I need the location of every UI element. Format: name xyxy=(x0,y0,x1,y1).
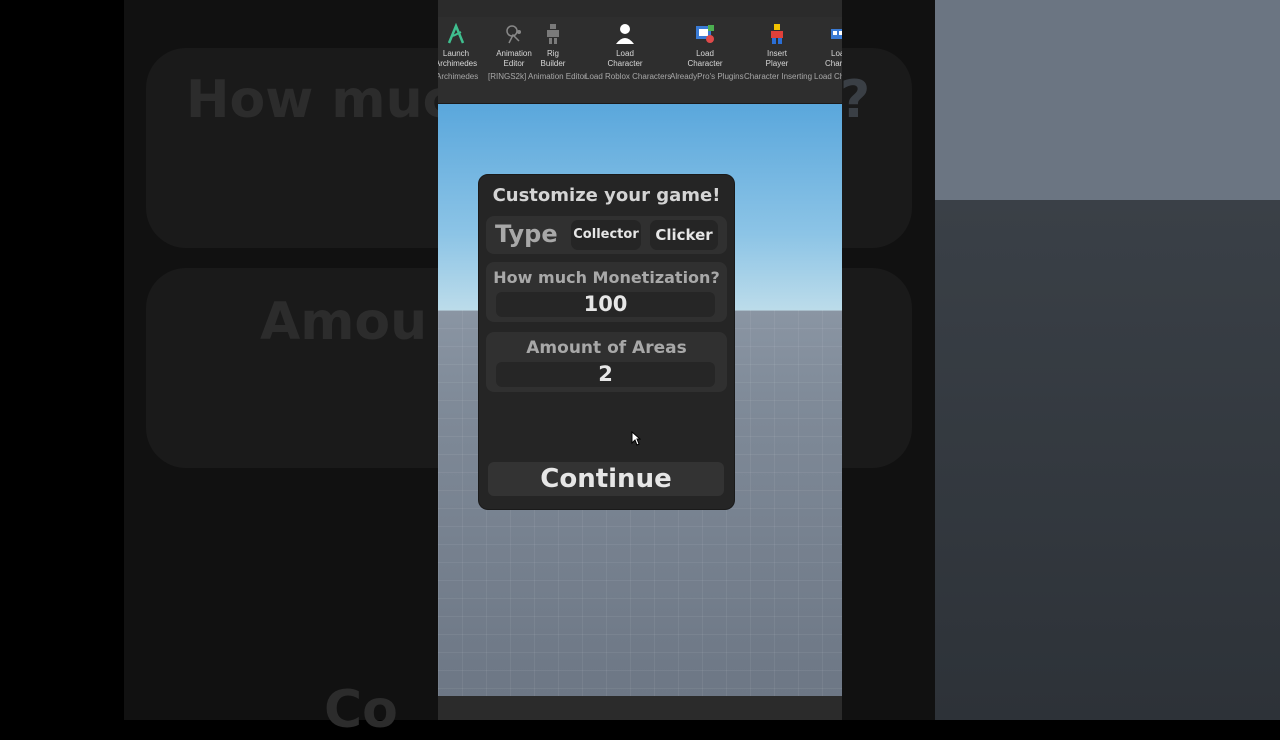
areas-section: Amount of Areas 2 xyxy=(486,332,727,392)
ribbon-group-label: [RINGS2k] Animation Editor xyxy=(488,72,587,81)
load-character-icon xyxy=(694,23,716,45)
customize-dialog: Customize your game! Type Collector Clic… xyxy=(478,174,735,510)
background-blur-right: ? xyxy=(840,0,1280,720)
animation-editor-icon xyxy=(503,23,525,45)
monetization-section: How much Monetization? 100 xyxy=(486,262,727,322)
monetization-label: How much Monetization? xyxy=(493,268,720,287)
load-character-icon xyxy=(829,23,842,45)
ribbon-label: Insert xyxy=(766,49,787,58)
background-text: Amou xyxy=(260,292,428,352)
type-label: Type xyxy=(495,220,558,248)
areas-label: Amount of Areas xyxy=(526,338,687,358)
ribbon-label: Load xyxy=(696,49,714,58)
ribbon-label: Archimedes xyxy=(438,59,478,68)
ribbon-label: Animation xyxy=(496,49,532,58)
plugins-ribbon: Launch Archimedes Animation Editor Rig B… xyxy=(438,17,842,104)
ribbon-label: Player xyxy=(765,59,789,68)
ribbon-button-load-character[interactable]: Load Character xyxy=(602,23,648,69)
type-row: Type Collector Clicker xyxy=(486,216,727,254)
ribbon-button-rig-builder[interactable]: Rig Builder xyxy=(535,23,571,69)
ribbon-group-label: Load Ch xyxy=(814,72,842,81)
areas-input[interactable]: 2 xyxy=(496,362,715,387)
collector-button[interactable]: Collector xyxy=(571,220,641,250)
background-text: ? xyxy=(840,70,871,130)
ribbon-label: Chara xyxy=(825,59,842,68)
insert-player-icon xyxy=(766,23,788,45)
ribbon-label: Editor xyxy=(503,59,525,68)
rig-builder-icon xyxy=(542,23,564,45)
monetization-input[interactable]: 100 xyxy=(496,292,715,317)
archimedes-icon xyxy=(445,22,467,45)
clicker-button[interactable]: Clicker xyxy=(650,220,718,250)
background-text: Co xyxy=(324,680,398,740)
ribbon-button-insert-player[interactable]: Insert Player xyxy=(758,23,796,69)
ribbon-label: Load xyxy=(616,49,634,58)
bottom-strip xyxy=(438,696,842,720)
title-strip xyxy=(438,0,842,17)
person-icon xyxy=(614,23,636,45)
ribbon-label: Launch xyxy=(442,49,470,58)
ribbon-group-label: Load Roblox Characters xyxy=(585,72,672,81)
ribbon-label: Rig xyxy=(546,49,559,58)
ribbon-label: Character xyxy=(607,59,643,68)
ribbon-label: Builder xyxy=(540,59,566,68)
ribbon-group-label: Character Inserting xyxy=(744,72,813,81)
letterbox-left xyxy=(0,0,124,720)
ribbon-label: Character xyxy=(687,59,723,68)
ribbon-button-launch-archimedes[interactable]: Launch Archimedes xyxy=(438,22,480,69)
ribbon-button-load-character-3[interactable]: Loa Chara xyxy=(823,23,842,69)
continue-button[interactable]: Continue xyxy=(488,462,724,496)
dialog-title: Customize your game! xyxy=(492,185,721,206)
ribbon-button-animation-editor[interactable]: Animation Editor xyxy=(493,23,535,69)
ribbon-group-label: AlreadyPro's Plugins xyxy=(670,72,744,81)
ribbon-button-load-character-2[interactable]: Load Character xyxy=(682,23,728,69)
ribbon-label: Loa xyxy=(831,49,842,58)
ribbon-group-label: Archimedes xyxy=(438,72,479,81)
